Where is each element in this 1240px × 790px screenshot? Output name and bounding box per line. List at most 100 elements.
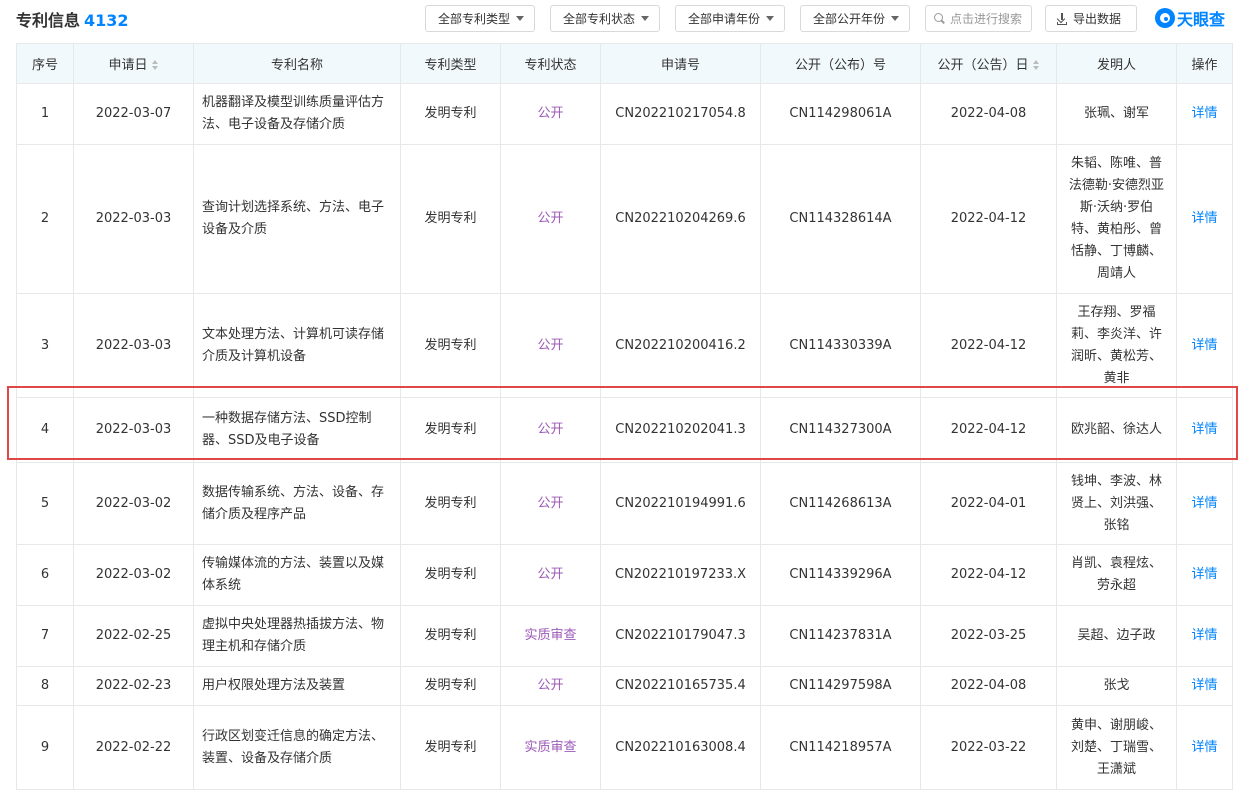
- cell-pub-date: 2022-04-12: [920, 144, 1057, 294]
- table-row: 9 2022-02-22 行政区划变迁信息的确定方法、装置、设备及存储介质 发明…: [16, 705, 1233, 790]
- col-apply-date-header[interactable]: 申请日: [73, 43, 194, 84]
- col-status-header: 专利状态: [500, 43, 601, 84]
- table-row: 1 2022-03-07 机器翻译及模型训练质量评估方法、电子设备及存储介质 发…: [16, 83, 1233, 145]
- cell-patent-status: 公开: [500, 144, 601, 294]
- cell-apply-date: 2022-03-03: [73, 144, 194, 294]
- cell-patent-status: 公开: [500, 397, 601, 463]
- cell-pub-no: CN114327300A: [760, 397, 921, 463]
- cell-patent-status: 公开: [500, 83, 601, 145]
- cell-patent-status: 公开: [500, 666, 601, 706]
- cell-pub-date: 2022-03-22: [920, 705, 1057, 790]
- cell-index: 4: [16, 397, 74, 463]
- filter-patent-type[interactable]: 全部专利类型: [425, 5, 536, 32]
- cell-index: 5: [16, 462, 74, 545]
- cell-patent-type: 发明专利: [400, 83, 501, 145]
- col-pub-no-label: 公开（公布）号: [794, 58, 886, 73]
- cell-apply-no: CN202210163008.4: [600, 705, 761, 790]
- detail-link[interactable]: 详情: [1176, 293, 1233, 398]
- cell-inventors: 钱坤、李波、林贤上、刘洪强、张铭: [1056, 462, 1177, 545]
- table-header-row: 序号 申请日 专利名称 专利类型 专利状态 申请号 公开（公布）号 公开（公告）…: [16, 43, 1233, 84]
- cell-apply-no: CN202210197233.X: [600, 544, 761, 606]
- export-button[interactable]: 导出数据: [1045, 5, 1137, 32]
- cell-apply-date: 2022-03-07: [73, 83, 194, 145]
- cell-apply-date: 2022-03-03: [73, 397, 194, 463]
- detail-link[interactable]: 详情: [1176, 544, 1233, 606]
- col-pub-date-header[interactable]: 公开（公告）日: [920, 43, 1057, 84]
- col-pub-date-label: 公开（公告）日: [937, 58, 1029, 73]
- patent-table: 序号 申请日 专利名称 专利类型 专利状态 申请号 公开（公布）号 公开（公告）…: [16, 43, 1233, 790]
- caret-down-icon: [766, 16, 775, 21]
- cell-pub-no: CN114298061A: [760, 83, 921, 145]
- cell-pub-no: CN114328614A: [760, 144, 921, 294]
- col-apply-date-label: 申请日: [108, 58, 148, 73]
- table-row: 5 2022-03-02 数据传输系统、方法、设备、存储介质及程序产品 发明专利…: [16, 462, 1233, 545]
- cell-apply-date: 2022-03-02: [73, 462, 194, 545]
- detail-link[interactable]: 详情: [1176, 462, 1233, 545]
- cell-patent-type: 发明专利: [400, 544, 501, 606]
- cell-patent-name: 用户权限处理方法及装置: [193, 666, 401, 706]
- cell-pub-date: 2022-03-25: [920, 605, 1057, 667]
- cell-patent-name: 一种数据存储方法、SSD控制器、SSD及电子设备: [193, 397, 401, 463]
- cell-patent-name: 文本处理方法、计算机可读存储介质及计算机设备: [193, 293, 401, 398]
- cell-patent-name: 查询计划选择系统、方法、电子设备及介质: [193, 144, 401, 294]
- table-row: 8 2022-02-23 用户权限处理方法及装置 发明专利 公开 CN20221…: [16, 666, 1233, 706]
- search-icon: [934, 13, 945, 24]
- cell-inventors: 黄申、谢朋峻、刘楚、丁瑞雪、王潇斌: [1056, 705, 1177, 790]
- sort-icon[interactable]: [1032, 60, 1040, 71]
- cell-apply-date: 2022-02-25: [73, 605, 194, 667]
- cell-apply-date: 2022-02-22: [73, 705, 194, 790]
- search-input[interactable]: 点击进行搜索: [925, 5, 1032, 32]
- detail-link[interactable]: 详情: [1176, 144, 1233, 294]
- col-type-header: 专利类型: [400, 43, 501, 84]
- logo-text: 天眼查: [1177, 10, 1226, 29]
- detail-link[interactable]: 详情: [1176, 397, 1233, 463]
- cell-apply-date: 2022-02-23: [73, 666, 194, 706]
- col-type-label: 专利类型: [424, 58, 477, 73]
- col-pub-no-header: 公开（公布）号: [760, 43, 921, 84]
- detail-link[interactable]: 详情: [1176, 605, 1233, 667]
- filter-patent-status-label: 全部专利状态: [563, 12, 636, 26]
- cell-apply-no: CN202210200416.2: [600, 293, 761, 398]
- cell-patent-type: 发明专利: [400, 705, 501, 790]
- detail-link[interactable]: 详情: [1176, 83, 1233, 145]
- table-row: 3 2022-03-03 文本处理方法、计算机可读存储介质及计算机设备 发明专利…: [16, 293, 1233, 398]
- cell-apply-no: CN202210202041.3: [600, 397, 761, 463]
- cell-index: 7: [16, 605, 74, 667]
- cell-pub-date: 2022-04-08: [920, 83, 1057, 145]
- cell-inventors: 朱韬、陈唯、普法德勒·安德烈亚斯·沃纳·罗伯特、黄柏彤、曾恬静、丁博麟、周靖人: [1056, 144, 1177, 294]
- cell-inventors: 张珮、谢军: [1056, 83, 1177, 145]
- cell-patent-name: 虚拟中央处理器热插拔方法、物理主机和存储介质: [193, 605, 401, 667]
- cell-patent-name: 数据传输系统、方法、设备、存储介质及程序产品: [193, 462, 401, 545]
- col-index-label: 序号: [31, 58, 58, 73]
- cell-inventors: 肖凯、袁程炫、劳永超: [1056, 544, 1177, 606]
- cell-inventors: 吴超、边子政: [1056, 605, 1177, 667]
- col-apply-no-label: 申请号: [660, 58, 700, 73]
- cell-patent-status: 公开: [500, 462, 601, 545]
- table-row: 2 2022-03-03 查询计划选择系统、方法、电子设备及介质 发明专利 公开…: [16, 144, 1233, 294]
- cell-index: 3: [16, 293, 74, 398]
- filter-publish-year[interactable]: 全部公开年份: [800, 5, 911, 32]
- detail-link[interactable]: 详情: [1176, 705, 1233, 790]
- cell-apply-date: 2022-03-03: [73, 293, 194, 398]
- cell-pub-no: CN114218957A: [760, 705, 921, 790]
- filter-apply-year[interactable]: 全部申请年份: [675, 5, 786, 32]
- sort-icon[interactable]: [151, 60, 159, 71]
- table-row: 6 2022-03-02 传输媒体流的方法、装置以及媒体系统 发明专利 公开 C…: [16, 544, 1233, 606]
- filter-patent-type-label: 全部专利类型: [438, 12, 511, 26]
- cell-patent-name: 行政区划变迁信息的确定方法、装置、设备及存储介质: [193, 705, 401, 790]
- filter-patent-status[interactable]: 全部专利状态: [550, 5, 661, 32]
- cell-patent-type: 发明专利: [400, 397, 501, 463]
- cell-inventors: 张戈: [1056, 666, 1177, 706]
- cell-apply-date: 2022-03-02: [73, 544, 194, 606]
- page-title-text: 专利信息: [16, 11, 81, 30]
- cell-patent-type: 发明专利: [400, 605, 501, 667]
- cell-pub-date: 2022-04-12: [920, 293, 1057, 398]
- col-apply-no-header: 申请号: [600, 43, 761, 84]
- cell-apply-no: CN202210165735.4: [600, 666, 761, 706]
- cell-pub-no: CN114268613A: [760, 462, 921, 545]
- detail-link[interactable]: 详情: [1176, 666, 1233, 706]
- cell-apply-no: CN202210204269.6: [600, 144, 761, 294]
- cell-patent-status: 实质审查: [500, 605, 601, 667]
- cell-patent-type: 发明专利: [400, 144, 501, 294]
- col-action-header: 操作: [1176, 43, 1233, 84]
